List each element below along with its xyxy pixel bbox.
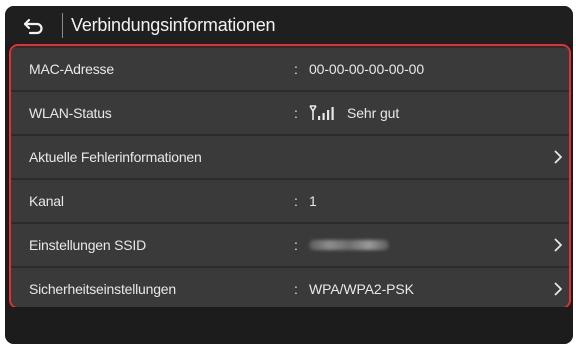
chevron-right-icon [554, 282, 562, 296]
header-divider [62, 13, 63, 38]
chevron-right-icon [554, 150, 562, 164]
row-channel: Kanal : 1 [11, 180, 569, 222]
current-error-info-label: Aktuelle Fehlerinformationen [29, 149, 202, 165]
security-settings-label: Sicherheitseinstellungen [29, 281, 176, 297]
wlan-status-value: Sehr gut [347, 105, 400, 121]
wlan-status-label: WLAN-Status [29, 105, 112, 121]
wlan-status-colon: : [294, 105, 298, 121]
row-security-settings[interactable]: Sicherheitseinstellungen : WPA/WPA2-PSK [11, 268, 569, 307]
security-settings-colon: : [294, 281, 298, 297]
mac-address-colon: : [294, 61, 298, 77]
connection-info-list: MAC-Adresse : 00-00-00-00-00-00 WLAN-Sta… [9, 44, 571, 309]
mac-address-value: 00-00-00-00-00-00 [309, 61, 425, 77]
row-current-error-info[interactable]: Aktuelle Fehlerinformationen [11, 136, 569, 178]
screen: Verbindungsinformationen MAC-Adresse : 0… [5, 6, 573, 344]
row-mac-address: MAC-Adresse : 00-00-00-00-00-00 [11, 48, 569, 90]
ssid-obscured-value [309, 240, 389, 250]
channel-colon: : [294, 193, 298, 209]
row-ssid-settings[interactable]: Einstellungen SSID : [11, 224, 569, 266]
ssid-value [309, 235, 389, 250]
channel-label: Kanal [29, 193, 64, 209]
page-title: Verbindungsinformationen [71, 15, 276, 35]
security-settings-value: WPA/WPA2-PSK [309, 281, 414, 297]
ssid-settings-colon: : [294, 237, 298, 253]
back-arrow-icon [23, 18, 43, 35]
ssid-settings-label: Einstellungen SSID [29, 237, 147, 253]
chevron-right-icon [554, 238, 562, 252]
wifi-signal-icon [309, 104, 339, 122]
wlan-status-value-group: Sehr gut [309, 103, 399, 123]
channel-value: 1 [309, 193, 317, 209]
back-button[interactable] [13, 12, 53, 40]
mac-address-label: MAC-Adresse [29, 61, 114, 77]
row-wlan-status: WLAN-Status : Sehr gut [11, 92, 569, 134]
header-bar: Verbindungsinformationen [5, 6, 573, 44]
bottom-bar [5, 307, 573, 344]
